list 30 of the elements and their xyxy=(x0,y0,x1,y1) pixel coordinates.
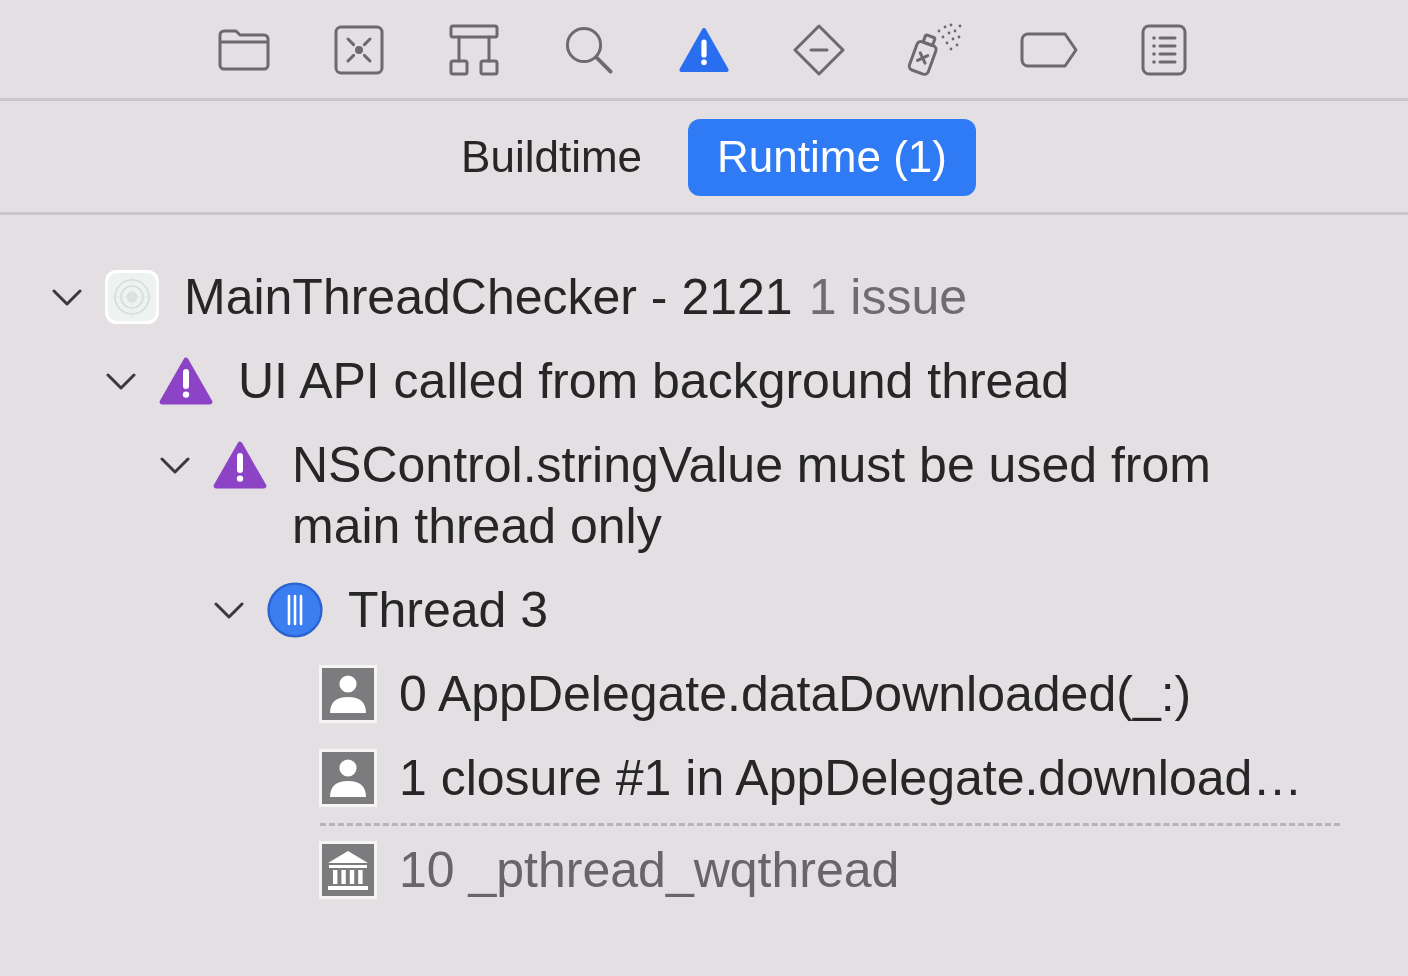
stack-frame: 10 _pthread_wqthread xyxy=(399,841,900,898)
folder-icon[interactable] xyxy=(218,29,270,71)
person-icon xyxy=(319,665,377,723)
striped-circle-icon xyxy=(267,582,323,638)
scope-tab[interactable]: Buildtime xyxy=(432,118,672,196)
stack-frame: 1 closure #1 in AppDelegate.download… xyxy=(399,749,1303,806)
warning-icon xyxy=(213,441,267,489)
diamond-minus-icon[interactable] xyxy=(793,24,845,76)
issue-title: UI API called from background thread xyxy=(238,352,1069,409)
warning-icon xyxy=(159,357,213,405)
spray-bottle-icon[interactable] xyxy=(905,23,963,77)
chevron-icon[interactable] xyxy=(160,456,190,474)
target-name: MainThreadChecker - 2121 xyxy=(184,268,793,325)
issue-title: NSControl.stringValue must be used from main thread only xyxy=(292,436,1211,554)
chevron-icon[interactable] xyxy=(214,601,244,619)
list-icon[interactable] xyxy=(1141,24,1187,76)
boxed-asterisk-icon[interactable] xyxy=(334,25,384,75)
tag-icon[interactable] xyxy=(1020,32,1078,68)
stack-frame: 0 AppDelegate.dataDownloaded(_:) xyxy=(399,665,1192,722)
app-icon xyxy=(105,270,159,324)
chevron-icon[interactable] xyxy=(106,372,136,390)
issue-count: 1 issue xyxy=(808,268,968,325)
scope-tab[interactable]: Runtime (1) xyxy=(688,118,976,196)
chevron-icon[interactable] xyxy=(52,288,82,306)
person-icon xyxy=(319,749,377,807)
warning-icon[interactable] xyxy=(679,27,729,73)
bank-icon xyxy=(319,841,377,899)
search-icon[interactable] xyxy=(565,26,613,74)
hierarchy-icon[interactable] xyxy=(449,24,499,76)
thread-name: Thread 3 xyxy=(348,581,549,638)
